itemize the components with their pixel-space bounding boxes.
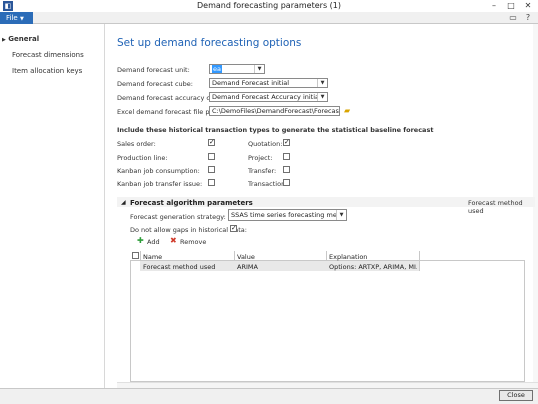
grid-header [130,251,525,261]
project-checkbox[interactable] [283,153,290,160]
minimize-icon[interactable]: – [486,0,502,12]
type-label: Transfer: [248,167,277,175]
layout-icon[interactable]: ▭ [508,13,518,23]
column-divider [419,251,420,271]
nav-label: General [8,35,40,43]
quotation-checkbox[interactable]: ✓ [283,139,290,146]
type-label: Sales order: [117,140,156,148]
left-navigation [0,24,105,394]
strategy-value: SSAS time series forecasting methods [231,211,347,219]
cube-label: Demand forecast cube: [117,80,193,88]
remove-button[interactable]: Remove [180,238,206,246]
collapse-triangle-icon[interactable]: ◢ [121,199,126,206]
column-header-name[interactable]: Name [143,253,162,261]
gaps-checkbox[interactable]: ✓ [230,225,237,232]
remove-icon[interactable]: ✖ [170,236,177,246]
close-button[interactable]: Close [499,390,533,401]
select-all-checkbox[interactable] [132,252,139,259]
footer-bar [0,388,538,404]
accuracy-cube-combo[interactable]: Demand Forecast Accuracy initial ▼ [209,92,328,102]
page-title: Set up demand forecasting options [117,37,302,49]
column-header-explanation[interactable]: Explanation [329,253,367,261]
include-heading: Include these historical transaction typ… [117,126,434,134]
type-label: Kanban job transfer issue: [117,180,203,188]
nav-item-forecast-dimensions[interactable]: Forecast dimensions [12,51,84,59]
file-menu-button[interactable]: File ▼ [0,12,33,24]
add-icon[interactable]: ✚ [137,236,144,246]
excel-path-label: Excel demand forecast file path: [117,108,223,116]
chevron-down-icon[interactable]: ▼ [317,79,327,87]
chevron-down-icon: ▼ [19,16,24,22]
excel-path-input[interactable]: C:\DemoFiles\DemandForecast\Forecast.xls… [209,106,340,116]
transfer-checkbox[interactable] [283,166,290,173]
chevron-down-icon[interactable]: ▼ [317,93,327,101]
maximize-icon[interactable]: □ [503,0,519,12]
strategy-combo[interactable]: SSAS time series forecasting methods ▼ [228,209,347,221]
window-title: Demand forecasting parameters (1) [196,1,341,10]
sales-order-checkbox[interactable]: ✓ [208,139,215,146]
cube-combo[interactable]: Demand Forecast initial ▼ [209,78,328,88]
close-window-icon[interactable]: ✕ [520,0,536,12]
table-cell-value[interactable]: ARIMA [237,263,325,271]
nav-item-general[interactable]: ▶ General [2,35,39,43]
table-cell-explanation[interactable]: Options: ARTXP, ARIMA, MI... [329,263,417,271]
chevron-down-icon[interactable]: ▼ [336,210,346,220]
ribbon-bar [0,12,538,24]
kanban-transfer-checkbox[interactable] [208,179,215,186]
section-summary: Forecast method used [468,199,523,215]
accuracy-cube-value: Demand Forecast Accuracy initial [212,93,321,101]
unit-value: ea [212,65,222,73]
chevron-down-icon[interactable]: ▼ [254,65,264,73]
type-label: Production line: [117,154,168,162]
help-icon[interactable]: ? [523,13,533,23]
production-line-checkbox[interactable] [208,153,215,160]
nav-item-item-allocation-keys[interactable]: Item allocation keys [12,67,82,75]
add-button[interactable]: Add [147,238,160,246]
cube-value: Demand Forecast initial [212,79,290,87]
unit-label: Demand forecast unit: [117,66,190,74]
column-header-value[interactable]: Value [237,253,255,261]
section-title: Forecast algorithm parameters [130,199,253,207]
folder-icon[interactable]: ▰ [344,106,354,115]
kanban-consumption-checkbox[interactable] [208,166,215,173]
unit-combo[interactable]: ea ▼ [209,64,265,74]
transaction-checkbox[interactable] [283,179,290,186]
type-label: Project: [248,154,273,162]
table-cell-name[interactable]: Forecast method used [143,263,233,271]
type-label: Quotation: [248,140,283,148]
file-menu-label: File [6,14,18,22]
arrow-right-icon: ▶ [2,37,6,43]
strategy-label: Forecast generation strategy: [130,213,226,221]
type-label: Transaction: [248,180,288,188]
type-label: Kanban job consumption: [117,167,200,175]
